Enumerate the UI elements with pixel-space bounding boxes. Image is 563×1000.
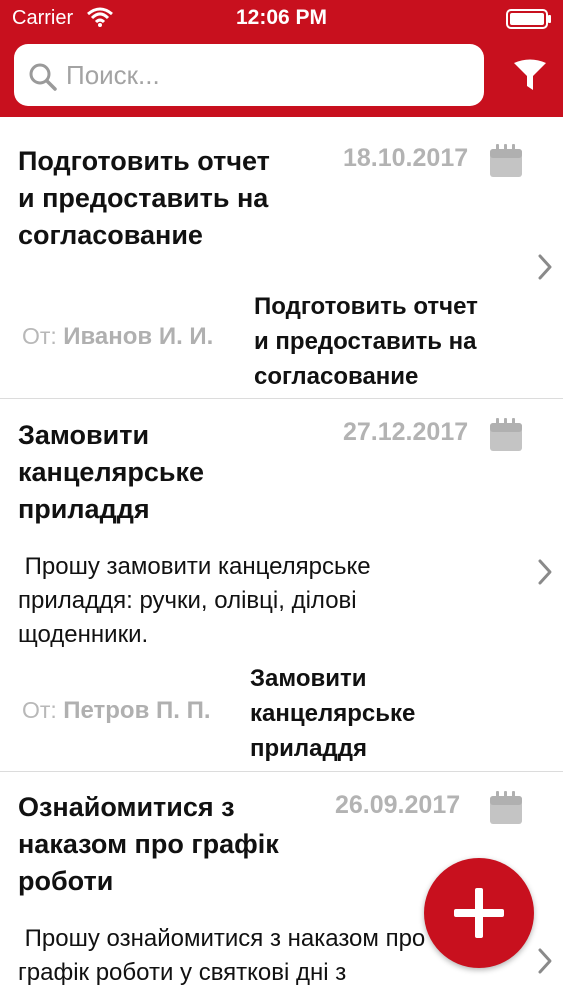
task-title-line: Подготовить отчет — [18, 146, 270, 176]
filter-button[interactable] — [508, 52, 552, 98]
task-title-line: роботи — [18, 866, 114, 896]
from-label: От: — [22, 697, 57, 723]
chevron-right-icon[interactable] — [535, 253, 555, 281]
list-item[interactable]: Замовити канцелярське приладдя 27.12.201… — [0, 399, 563, 772]
task-date: 26.09.2017 — [335, 791, 461, 819]
chevron-right-icon[interactable] — [535, 947, 555, 975]
app-header: Carrier 12:06 PM — [0, 0, 563, 117]
filter-icon — [514, 59, 546, 90]
task-subject-line: Подготовить отчет — [254, 293, 478, 320]
search-bar[interactable] — [14, 44, 484, 106]
task-body-line: щоденники. — [18, 621, 149, 648]
task-title: Замовити канцелярське приладдя — [18, 417, 204, 528]
task-subject: Подготовить отчет и предоставить на согл… — [254, 289, 478, 394]
plus-icon — [454, 888, 504, 938]
search-input[interactable] — [66, 52, 466, 98]
task-subject-line: и предоставить на — [254, 328, 477, 355]
task-subject-line: согласование — [254, 363, 419, 390]
task-body: Прошу замовити канцелярське приладдя: ру… — [18, 550, 371, 652]
task-subject-line: Замовити — [250, 665, 367, 692]
task-body-line: Прошу замовити канцелярське — [18, 553, 371, 580]
battery-icon — [506, 9, 551, 29]
calendar-icon — [490, 144, 522, 177]
calendar-icon — [490, 791, 522, 824]
list-item[interactable]: Подготовить отчет и предоставить на согл… — [0, 117, 563, 399]
search-icon — [29, 63, 57, 91]
task-subject: Замовити канцелярське приладдя — [250, 661, 415, 766]
task-date: 18.10.2017 — [343, 144, 469, 172]
task-body-line: Прошу ознайомитися з наказом про — [18, 925, 426, 952]
task-subject-line: приладдя — [250, 735, 367, 762]
task-title-line: Замовити — [18, 420, 150, 450]
from-label: От: — [22, 323, 57, 349]
task-title-line: канцелярське — [18, 457, 204, 487]
task-title-line: наказом про графік — [18, 829, 279, 859]
task-subject-line: канцелярське — [250, 700, 416, 727]
task-body-line: графік роботи у святкові дні з — [18, 959, 347, 986]
chevron-right-icon[interactable] — [535, 558, 555, 586]
sender: От: Иванов И. И. — [22, 323, 213, 351]
task-body-line: приладдя: ручки, олівці, ділові — [18, 587, 357, 614]
task-body: Прошу ознайомитися з наказом про графік … — [18, 922, 425, 990]
task-title-line: согласование — [18, 220, 203, 250]
clock: 12:06 PM — [235, 6, 328, 29]
task-title-line: приладдя — [18, 494, 150, 524]
status-bar: Carrier 12:06 PM — [0, 0, 563, 38]
calendar-icon — [490, 418, 522, 451]
task-title-line: и предоставить на — [18, 183, 269, 213]
add-task-button[interactable] — [424, 858, 534, 968]
task-date: 27.12.2017 — [343, 418, 469, 446]
task-title: Ознайомитися з наказом про графік роботи — [18, 789, 279, 900]
task-title-line: Ознайомитися з — [18, 792, 235, 822]
sender-name: Петров П. П. — [63, 697, 211, 724]
sender-name: Иванов И. И. — [63, 323, 214, 350]
sender: От: Петров П. П. — [22, 697, 211, 725]
task-title: Подготовить отчет и предоставить на согл… — [18, 143, 270, 254]
